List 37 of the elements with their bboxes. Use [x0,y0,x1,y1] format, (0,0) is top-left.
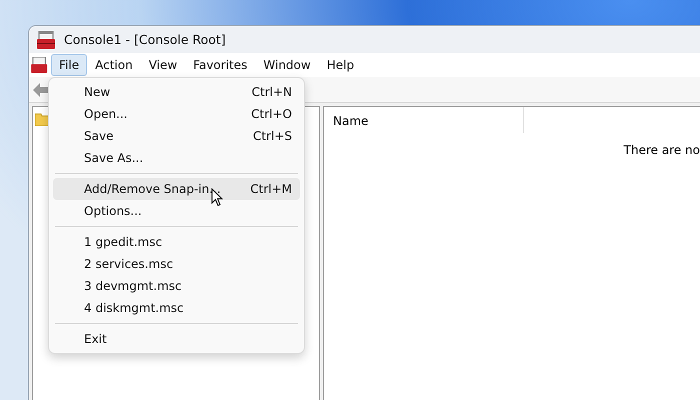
menu-item[interactable]: Add/Remove Snap-in... Ctrl+M [53,178,300,200]
menu-bar-item[interactable]: Help [318,54,362,76]
menu-item-label: Open... [84,107,128,121]
menu-item-label: 2 services.msc [84,257,174,271]
menu-item[interactable]: Options... [53,200,300,222]
menu-bar-item[interactable]: File [51,54,88,76]
menu-bar-item[interactable]: View [140,54,186,76]
menu-item[interactable]: Save As... [53,147,300,169]
menu-item-label: Options... [84,204,142,218]
back-arrow-icon[interactable] [33,82,49,96]
shortcut-text: Ctrl+M [250,182,292,196]
shortcut-text: Ctrl+N [252,85,292,99]
menu-item[interactable]: 3 devmgmt.msc [53,275,300,297]
menu-item[interactable]: Open... Ctrl+O [53,103,300,125]
toolbox-icon [37,30,57,48]
menu-item[interactable]: 1 gpedit.msc [53,231,300,253]
window-title: Console1 - [Console Root] [64,32,226,47]
menu-bar-item[interactable]: Action [87,54,141,76]
menu-item-label: 1 gpedit.msc [84,235,162,249]
menu-item-label: Save [84,129,114,143]
menu-item-label: Add/Remove Snap-in... [84,182,221,196]
menu-item[interactable]: 4 diskmgmt.msc [53,297,300,319]
shortcut-text: Ctrl+S [252,129,292,143]
menu-item-label: 4 diskmgmt.msc [84,301,184,315]
menu-bar-item[interactable]: Favorites [185,54,256,76]
menu-item-label: 3 devmgmt.msc [84,279,182,293]
menu-item-label: Save As... [84,151,144,165]
menu-item[interactable]: Save Ctrl+S [53,125,300,147]
menu-item-label: Exit [84,332,107,346]
shortcut-text: Ctrl+O [251,107,292,121]
column-header[interactable]: Name [324,107,524,133]
empty-list-message: There are no [624,143,700,157]
toolbox-icon[interactable] [31,57,49,73]
menu-item[interactable]: 2 services.msc [53,253,300,275]
menu-item[interactable]: Exit [53,328,300,350]
menu-item-label: New [84,85,110,99]
menu-bar-item[interactable]: Window [255,54,319,76]
